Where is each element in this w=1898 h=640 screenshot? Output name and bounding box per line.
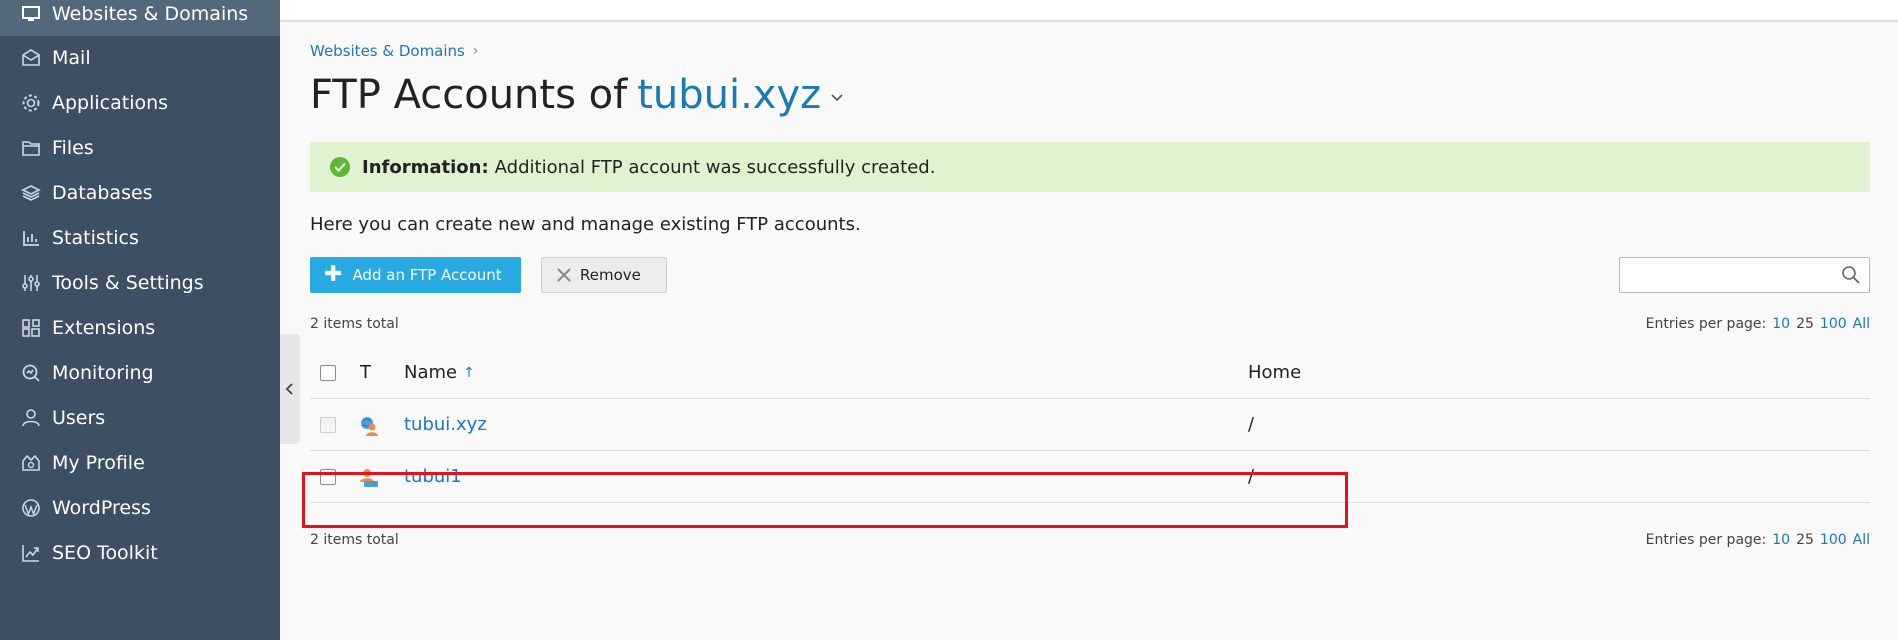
sidebar-item-users[interactable]: Users (0, 396, 280, 440)
table-row: tubui1 / (310, 451, 1870, 503)
sliders-icon (20, 272, 42, 294)
sidebar-item-mail[interactable]: Mail (0, 36, 280, 80)
column-header-home[interactable]: Home (1248, 362, 1301, 383)
chevron-right-icon: › (472, 43, 479, 59)
alert-message: Additional FTP account was successfully … (494, 156, 936, 178)
entries-per-page-bottom: Entries per page: 10 25 100 All (1646, 532, 1870, 548)
page-title-prefix: FTP Accounts of (310, 72, 628, 118)
entries-per-page: Entries per page: 10 25 100 All (1646, 316, 1870, 332)
sidebar-item-wordpress[interactable]: WordPress (0, 486, 280, 530)
table-header: T Name ↑ Home (310, 347, 1870, 399)
sort-arrow-up-icon: ↑ (463, 364, 475, 381)
plus-icon: ✚ (324, 262, 343, 287)
entries-option-25: 25 (1796, 532, 1814, 548)
breadcrumb-link-websites-domains[interactable]: Websites & Domains (310, 42, 465, 60)
sidebar-item-label: Statistics (52, 227, 139, 249)
check-circle-icon (330, 157, 350, 177)
domain-link[interactable]: tubui.xyz (637, 72, 821, 118)
sidebar-item-label: WordPress (52, 497, 151, 519)
entries-option-100[interactable]: 100 (1820, 316, 1847, 332)
sidebar-item-databases[interactable]: Databases (0, 171, 280, 215)
row-checkbox[interactable] (320, 468, 336, 485)
profile-icon (20, 452, 42, 474)
sidebar-item-tools-settings[interactable]: Tools & Settings (0, 261, 280, 305)
breadcrumb: Websites & Domains › (310, 42, 478, 60)
entries-per-page-label: Entries per page: (1645, 316, 1767, 332)
remove-icon (556, 267, 572, 283)
sidebar-item-label: Files (52, 137, 94, 159)
search-input[interactable] (1620, 258, 1830, 290)
remove-label: Remove (580, 266, 641, 284)
entries-option-all[interactable]: All (1853, 316, 1870, 332)
extensions-icon (20, 317, 42, 339)
entries-option-100[interactable]: 100 (1820, 532, 1847, 548)
ftp-user-icon (358, 467, 380, 494)
search-box (1619, 257, 1870, 293)
sidebar: Websites & Domains Mail Applications Fil… (0, 0, 280, 640)
chevron-down-icon[interactable] (831, 94, 843, 102)
sidebar-item-label: Websites & Domains (52, 3, 249, 25)
top-bar (280, 0, 1898, 22)
sidebar-item-label: Tools & Settings (52, 272, 204, 294)
sidebar-item-label: My Profile (52, 452, 145, 474)
monitor-icon (20, 3, 42, 25)
sidebar-item-monitoring[interactable]: Monitoring (0, 351, 280, 395)
ftp-accounts-table: T Name ↑ Home tubui.xyz / tubui1 / (310, 347, 1870, 503)
sidebar-item-label: Monitoring (52, 362, 154, 384)
alert-label: Information: (362, 156, 489, 178)
sidebar-item-statistics[interactable]: Statistics (0, 216, 280, 260)
database-icon (20, 182, 42, 204)
user-icon (20, 407, 42, 429)
entries-option-10[interactable]: 10 (1772, 316, 1790, 332)
sidebar-item-websites-domains[interactable]: Websites & Domains (0, 0, 280, 36)
ftp-account-name-link[interactable]: tubui.xyz (404, 414, 487, 435)
table-row: tubui.xyz / (310, 399, 1870, 451)
chevron-left-icon (285, 383, 293, 395)
folder-icon (20, 137, 42, 159)
page-title: FTP Accounts of tubui.xyz (310, 72, 843, 118)
sidebar-item-my-profile[interactable]: My Profile (0, 441, 280, 485)
items-total-bottom: 2 items total (310, 532, 399, 548)
sidebar-item-seo-toolkit[interactable]: SEO Toolkit (0, 531, 280, 575)
sidebar-item-files[interactable]: Files (0, 126, 280, 170)
search-icon[interactable] (1841, 265, 1861, 285)
sidebar-item-label: Users (52, 407, 106, 429)
ftp-account-name-link[interactable]: tubui1 (404, 466, 462, 487)
sidebar-item-label: Databases (52, 182, 153, 204)
ftp-account-home: / (1248, 414, 1255, 435)
ftp-account-home: / (1248, 466, 1255, 487)
column-header-name-label: Name (404, 362, 458, 383)
column-header-name[interactable]: Name ↑ (404, 362, 475, 383)
success-alert: Information: Additional FTP account was … (310, 142, 1870, 192)
sidebar-item-label: Mail (52, 47, 91, 69)
entries-option-25: 25 (1796, 316, 1814, 332)
bar-chart-icon (20, 227, 42, 249)
entries-per-page-label: Entries per page: (1645, 532, 1767, 548)
select-all-checkbox[interactable] (320, 364, 336, 381)
sidebar-item-applications[interactable]: Applications (0, 81, 280, 125)
items-total: 2 items total (310, 316, 399, 332)
wordpress-icon (20, 497, 42, 519)
sidebar-item-label: Applications (52, 92, 169, 114)
main-ftp-user-icon (358, 415, 380, 442)
gear-icon (20, 92, 42, 114)
sidebar-collapse-handle[interactable] (280, 334, 300, 444)
entries-option-all[interactable]: All (1853, 532, 1870, 548)
monitoring-icon (20, 362, 42, 384)
remove-button[interactable]: Remove (541, 257, 667, 293)
sidebar-item-label: SEO Toolkit (52, 542, 158, 564)
entries-option-10[interactable]: 10 (1772, 532, 1790, 548)
row-checkbox (320, 416, 336, 433)
column-header-type[interactable]: T (360, 362, 371, 383)
add-ftp-account-button[interactable]: ✚ Add an FTP Account (310, 257, 521, 293)
mail-icon (20, 47, 42, 69)
sidebar-item-extensions[interactable]: Extensions (0, 306, 280, 350)
page-description: Here you can create new and manage exist… (310, 214, 861, 235)
seo-icon (20, 542, 42, 564)
add-ftp-account-label: Add an FTP Account (352, 266, 502, 284)
sidebar-item-label: Extensions (52, 317, 156, 339)
